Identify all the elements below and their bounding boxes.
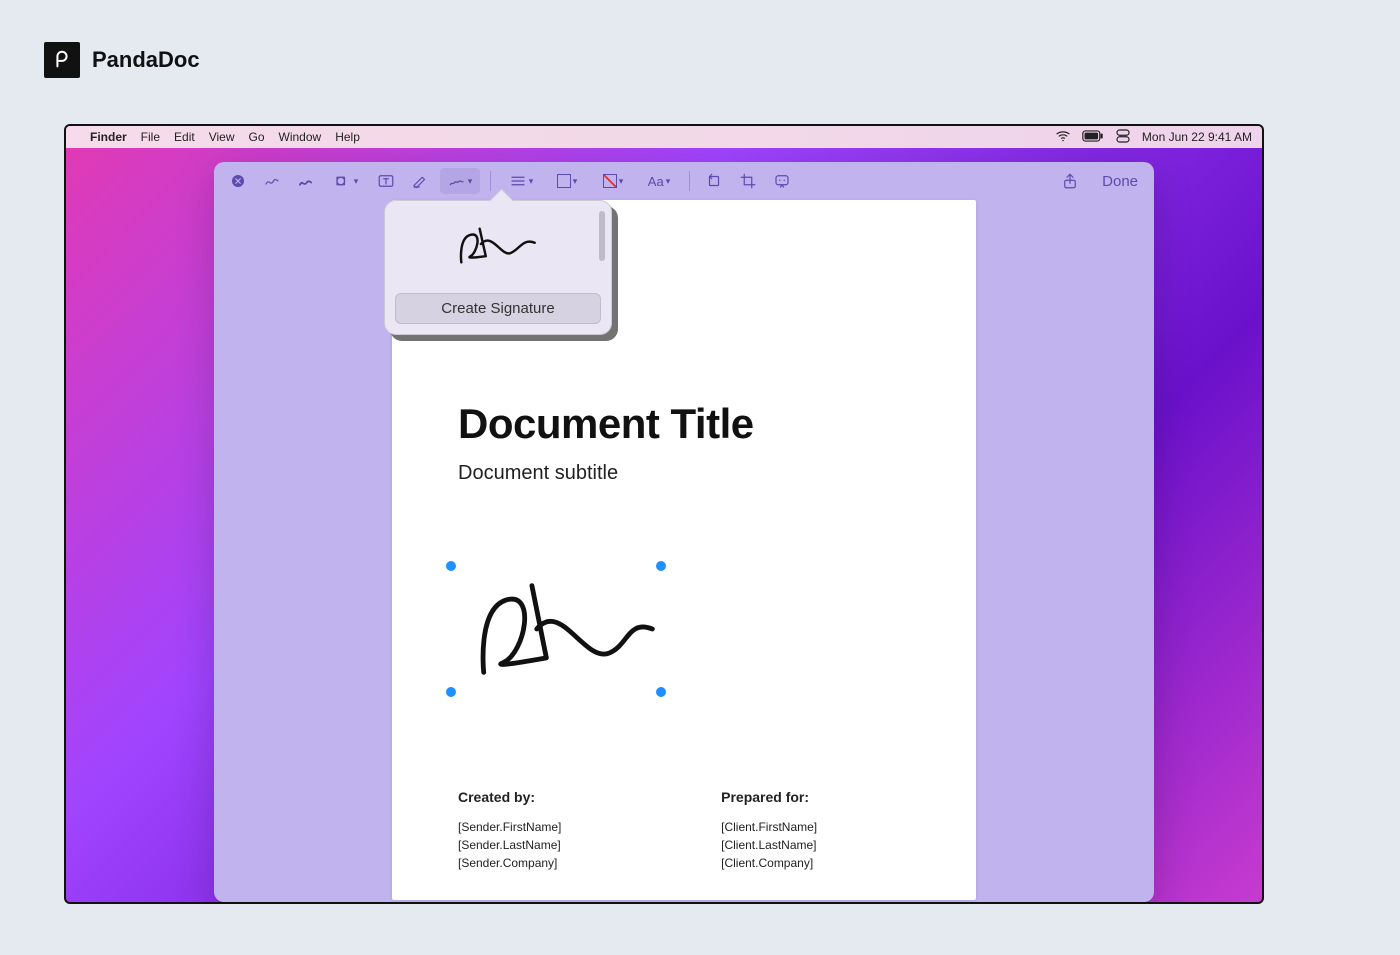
menubar-datetime[interactable]: Mon Jun 22 9:41 AM [1142,130,1252,144]
popover-scrollbar[interactable] [599,211,605,261]
done-button[interactable]: Done [1096,169,1144,194]
crop-tool-icon[interactable] [734,168,762,194]
create-signature-button[interactable]: Create Signature [395,293,601,324]
menubar-item-go[interactable]: Go [249,130,265,144]
text-style-icon[interactable]: Aa ▾ [639,168,679,194]
document-subtitle: Document subtitle [458,462,910,485]
resize-handle[interactable] [446,687,456,697]
chevron-down-icon: ▾ [666,176,671,187]
sketch-tool-icon[interactable] [258,168,286,194]
border-color-icon[interactable]: ▾ [547,168,587,194]
toolbar-separator [490,171,491,191]
brand-logo: PandaDoc [44,42,200,78]
document-footer: Created by: [Sender.FirstName] [Sender.L… [458,787,910,872]
menubar-item-edit[interactable]: Edit [174,130,195,144]
close-markup-icon[interactable] [224,168,252,194]
menubar-app[interactable]: Finder [90,130,127,144]
share-icon[interactable] [1056,168,1084,194]
rotate-tool-icon[interactable] [700,168,728,194]
prepared-for-heading: Prepared for: [721,787,910,808]
chevron-down-icon: ▾ [468,176,473,187]
prepared-for-line1: [Client.FirstName] [Client.LastName] [721,818,910,854]
sign-tool-icon[interactable]: ▾ [440,168,480,194]
fill-color-icon[interactable]: ▾ [593,168,633,194]
markup-toolbar: ▾ ▾ ▾ ▾ [214,162,1154,200]
macos-menubar: Finder File Edit View Go Window Help Mon… [66,126,1262,148]
wifi-icon[interactable] [1054,127,1072,148]
screenshot-frame: Finder File Edit View Go Window Help Mon… [64,124,1264,904]
toolbar-separator [689,171,690,191]
chevron-down-icon: ▾ [573,176,578,187]
control-center-icon[interactable] [1114,127,1132,148]
line-style-icon[interactable]: ▾ [501,168,541,194]
draw-tool-icon[interactable] [292,168,320,194]
text-tool-icon[interactable] [372,168,400,194]
brand-name: PandaDoc [92,47,200,73]
created-by-line1: [Sender.FirstName] [Sender.LastName] [458,818,661,854]
shapes-tool-icon[interactable]: ▾ [326,168,366,194]
signature-popover: Create Signature [384,200,612,335]
created-by-line2: [Sender.Company] [458,854,661,872]
annotate-note-icon[interactable] [768,168,796,194]
resize-handle[interactable] [656,687,666,697]
resize-handle[interactable] [446,561,456,571]
created-by-heading: Created by: [458,787,661,808]
chevron-down-icon: ▾ [354,176,359,187]
document-title: Document Title [458,400,910,448]
highlight-tool-icon[interactable] [406,168,434,194]
menubar-item-view[interactable]: View [209,130,235,144]
menubar-item-window[interactable]: Window [279,130,322,144]
signature-placed[interactable] [450,565,662,693]
menubar-item-help[interactable]: Help [335,130,360,144]
menubar-item-file[interactable]: File [141,130,160,144]
chevron-down-icon: ▾ [619,176,624,187]
resize-handle[interactable] [656,561,666,571]
chevron-down-icon: ▾ [529,176,534,187]
battery-icon[interactable] [1082,130,1104,145]
prepared-for-line2: [Client.Company] [721,854,910,872]
brand-badge [44,42,80,78]
preview-window: ▾ ▾ ▾ ▾ [214,162,1154,902]
signature-preview-item[interactable] [385,201,611,287]
